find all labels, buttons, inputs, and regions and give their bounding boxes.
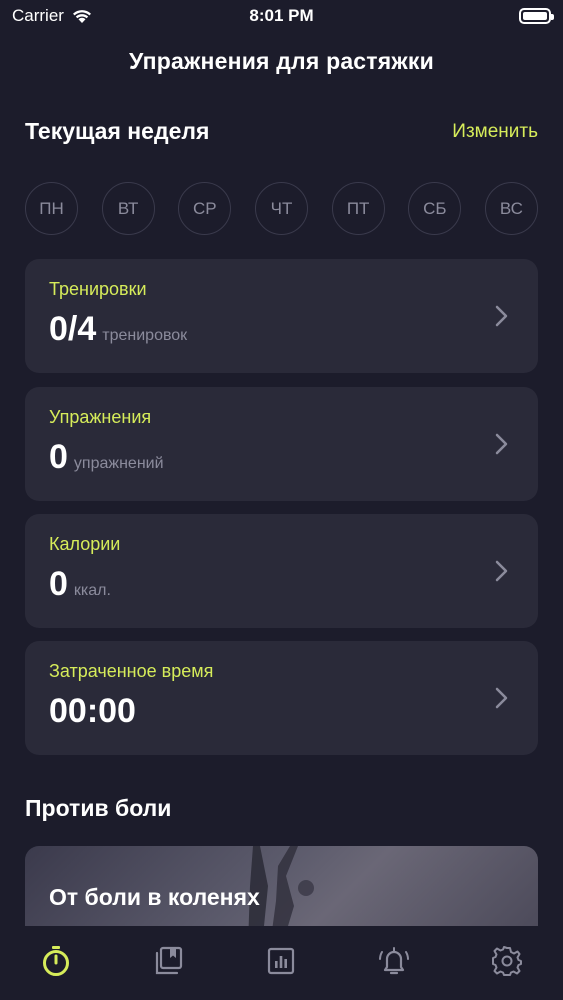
chevron-right-icon xyxy=(495,560,508,582)
tab-reminders[interactable] xyxy=(374,941,414,981)
tab-bookmarks[interactable] xyxy=(149,941,189,981)
time-spent-value: 00:00 xyxy=(49,692,136,730)
exercises-value: 0 xyxy=(49,438,68,476)
calories-label: Калории xyxy=(49,534,121,554)
tab-settings[interactable] xyxy=(487,941,527,981)
chevron-right-icon xyxy=(495,305,508,327)
status-bar: Carrier 8:01 PM xyxy=(0,0,563,32)
exercises-label: Упражнения xyxy=(49,407,152,427)
exercises-row: 0 упражнений xyxy=(49,438,514,477)
exercises-unit: упражнений xyxy=(73,455,164,472)
tab-bar xyxy=(0,926,563,1000)
edit-week-button[interactable]: Изменить xyxy=(452,121,538,143)
calories-card[interactable]: Калории 0 ккал. xyxy=(25,514,538,628)
week-header: Текущая неделя Изменить xyxy=(25,118,538,145)
program-title: От боли в коленях xyxy=(49,884,260,910)
page-title: Упражнения для растяжки xyxy=(129,48,434,74)
chevron-right-icon xyxy=(495,687,508,709)
carrier-label: Carrier xyxy=(12,6,64,25)
workouts-unit: тренировок xyxy=(102,327,188,344)
workouts-label: Тренировки xyxy=(49,279,147,299)
time-spent-label: Затраченное время xyxy=(49,661,214,681)
status-left: Carrier xyxy=(12,6,93,26)
day-mon[interactable]: ПН xyxy=(25,182,78,235)
workouts-value: 0/4 xyxy=(49,310,97,348)
battery-icon xyxy=(519,8,554,24)
exercises-card[interactable]: Упражнения 0 упражнений xyxy=(25,387,538,501)
settings-icon xyxy=(491,946,522,976)
calories-row: 0 ккал. xyxy=(49,565,514,604)
pain-section-title: Против боли xyxy=(25,795,172,821)
day-sun[interactable]: ВС xyxy=(484,182,538,235)
time-spent-card[interactable]: Затраченное время 00:00 xyxy=(25,641,538,755)
timer-icon xyxy=(43,946,70,976)
week-title: Текущая неделя xyxy=(25,118,210,144)
tab-timer[interactable] xyxy=(36,941,76,981)
day-wed[interactable]: СР xyxy=(178,182,232,235)
day-fri[interactable]: ПТ xyxy=(331,182,385,235)
day-sat[interactable]: СБ xyxy=(408,182,462,235)
time-spent-row: 00:00 xyxy=(49,692,514,731)
battery-level xyxy=(523,12,547,20)
bookmarks-icon xyxy=(155,946,182,975)
day-thu[interactable]: ЧТ xyxy=(254,182,308,235)
stats-icon xyxy=(268,947,295,975)
chevron-right-icon xyxy=(495,433,508,455)
weekday-row: ПН ВТ СР ЧТ ПТ СБ ВС xyxy=(25,182,538,235)
calories-value: 0 xyxy=(49,565,68,603)
tab-statistics[interactable] xyxy=(261,941,301,981)
alarm-icon xyxy=(379,947,410,975)
day-tue[interactable]: ВТ xyxy=(101,182,155,235)
workouts-row: 0/4 тренировок xyxy=(49,310,514,349)
wifi-icon xyxy=(72,10,91,23)
calories-unit: ккал. xyxy=(73,582,111,599)
workouts-card[interactable]: Тренировки 0/4 тренировок xyxy=(25,259,538,373)
